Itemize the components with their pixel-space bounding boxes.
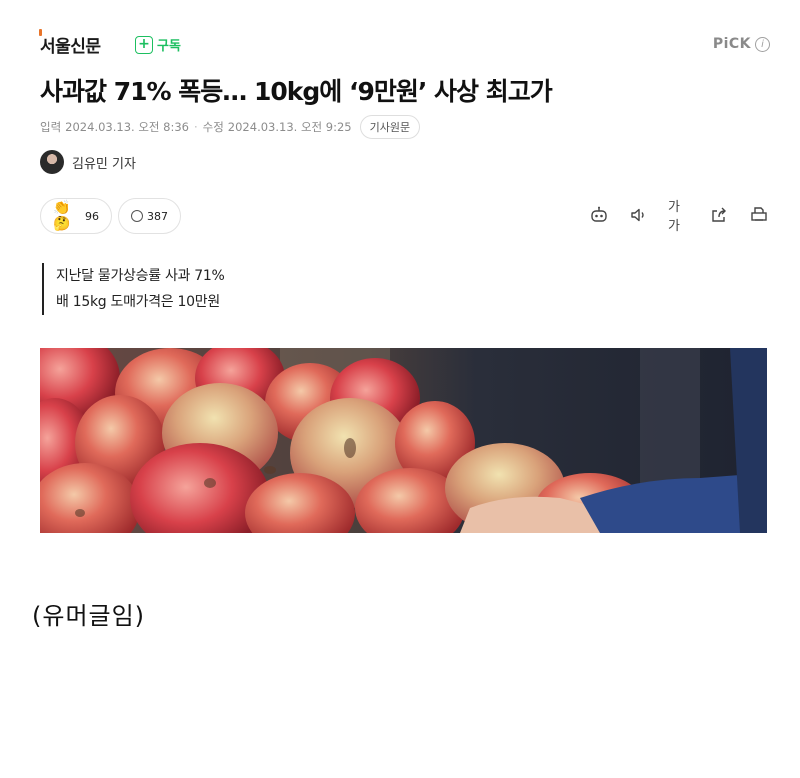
article-headline: 사과값 71% 폭등… 10kg에 ‘9만원’ 사상 최고가	[40, 77, 553, 106]
modified-label: 수정	[202, 120, 224, 134]
press-logo[interactable]: 서울신문	[39, 29, 101, 57]
reporter-avatar[interactable]	[40, 150, 64, 174]
article-tools: 가가	[588, 200, 770, 234]
print-icon[interactable]	[748, 204, 770, 226]
reaction-button[interactable]: 👏🤔 96	[40, 198, 112, 234]
summary-line: 지난달 물가상승률 사과 71%	[56, 268, 225, 284]
plus-icon: +	[135, 35, 153, 54]
font-size-icon[interactable]: 가가	[668, 200, 690, 234]
comment-count: 387	[147, 209, 168, 223]
action-bar: 👏🤔 96 387 가가	[40, 198, 770, 234]
reaction-count: 96	[85, 209, 99, 223]
modified-date: 2024.03.13. 오전 9:25	[227, 120, 352, 134]
pick-label: PiCK	[712, 36, 751, 52]
subscribe-label: 구독	[157, 39, 181, 54]
share-icon[interactable]	[708, 204, 730, 226]
original-article-button[interactable]: 기사원문	[359, 115, 421, 139]
reporter-byline[interactable]: 김유민 기자	[40, 150, 136, 174]
summary-bot-icon[interactable]	[588, 204, 610, 226]
article-meta: 입력 2024.03.13. 오전 8:36 · 수정 2024.03.13. …	[40, 115, 421, 139]
article-summary: 지난달 물가상승률 사과 71% 배 15kg 도매가격은 10만원	[42, 263, 225, 315]
font-size-label: 가가	[668, 200, 680, 234]
summary-line: 배 15kg 도매가격은 10만원	[56, 294, 220, 310]
meta-separator: ·	[193, 120, 198, 134]
comment-icon	[131, 210, 143, 222]
pick-badge[interactable]: PiCK i	[713, 36, 770, 52]
info-icon[interactable]: i	[755, 36, 770, 52]
comment-button[interactable]: 387	[118, 198, 181, 234]
speaker-icon[interactable]	[628, 204, 650, 226]
subscribe-button[interactable]: + 구독	[135, 35, 181, 54]
reaction-emoji-icon: 👏🤔	[53, 200, 71, 232]
input-label: 입력	[40, 120, 62, 134]
input-date: 2024.03.13. 오전 8:36	[65, 120, 189, 134]
apples-photo	[40, 348, 767, 533]
humor-note: (유머글임)	[32, 602, 146, 630]
press-header: 서울신문 + 구독 PiCK i	[39, 29, 770, 60]
reporter-name[interactable]: 김유민 기자	[72, 153, 136, 172]
